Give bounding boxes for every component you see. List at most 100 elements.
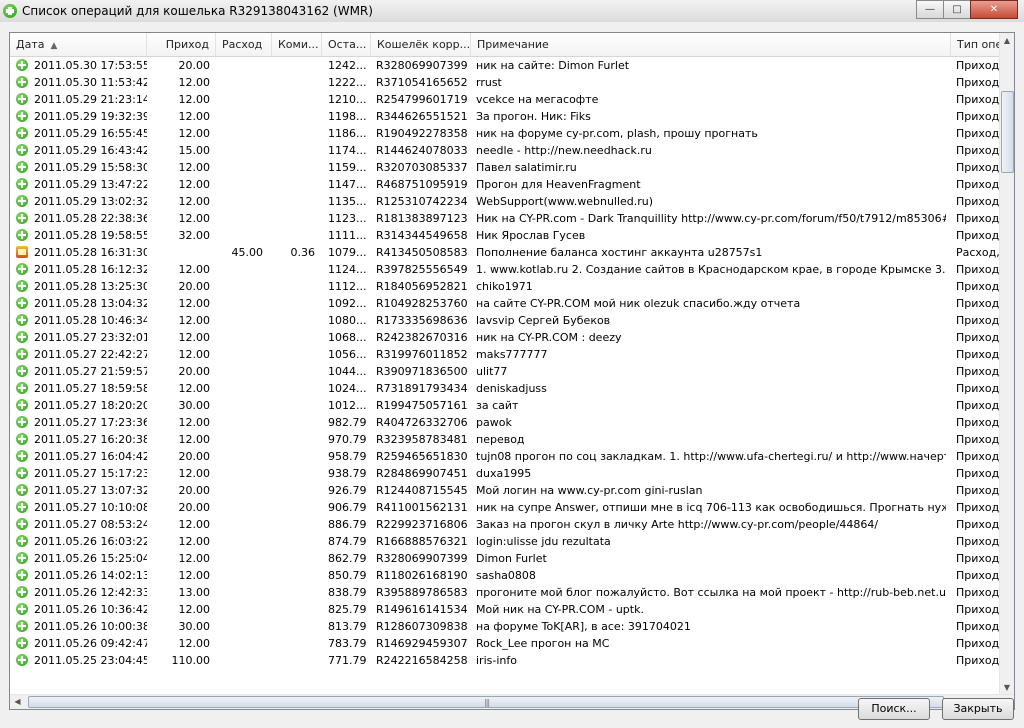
cell-note: Пополнение баланса хостинг аккаунта u287… (476, 246, 763, 259)
cell-type: Приходы (956, 518, 1000, 531)
table-row[interactable]: 2011.05.27 22:42:27 12.00 1056... R31997601… (10, 346, 1000, 363)
column-income[interactable]: Приход (147, 33, 216, 56)
column-commission[interactable]: Коми... (272, 33, 322, 56)
cell-date: 2011.05.26 16:03:22 (34, 535, 147, 548)
table-row[interactable]: 2011.05.26 16:03:22 12.00 874.79 R166888576… (10, 533, 1000, 550)
close-window-button[interactable]: ✕ (970, 0, 1018, 19)
cell-wallet: R413450508583 (376, 246, 468, 259)
income-icon (16, 110, 28, 122)
table-row[interactable]: 2011.05.26 10:36:42 12.00 825.79 R149616141… (10, 601, 1000, 618)
table-row[interactable]: 2011.05.27 17:23:36 12.00 982.79 R404726332… (10, 414, 1000, 431)
table-row[interactable]: 2011.05.26 10:00:38 30.00 813.79 R128607309… (10, 618, 1000, 635)
table-row[interactable]: 2011.05.27 18:59:58 12.00 1024... R73189179… (10, 380, 1000, 397)
table-row[interactable]: 2011.05.29 16:55:45 12.00 1186... R19049227… (10, 125, 1000, 142)
table-row[interactable]: 2011.05.30 17:53:55 20.00 1242... R32806990… (10, 57, 1000, 74)
column-date-label: Дата (16, 38, 45, 51)
cell-income: 12.00 (178, 178, 211, 191)
cell-note: на сайте CY-PR.COM мой ник olezuk спасиб… (476, 297, 801, 310)
cell-wallet: R731891793434 (376, 382, 468, 395)
column-expense[interactable]: Расход (216, 33, 272, 56)
table-row[interactable]: 2011.05.28 10:46:34 12.00 1080... R17333569… (10, 312, 1000, 329)
table-row[interactable]: 2011.05.27 15:17:23 12.00 938.79 R284869907… (10, 465, 1000, 482)
cell-income: 20.00 (178, 365, 211, 378)
table-row[interactable]: 2011.05.26 12:42:33 13.00 838.79 R395889786… (10, 584, 1000, 601)
cell-income: 12.00 (178, 195, 211, 208)
income-icon (16, 637, 28, 649)
cell-commission (272, 363, 315, 380)
cell-date: 2011.05.26 14:02:13 (34, 569, 147, 582)
column-balance[interactable]: Оста... (322, 33, 371, 56)
cell-income: 12.00 (178, 110, 211, 123)
table-row[interactable]: 2011.05.29 19:32:39 12.00 1198... R34462655… (10, 108, 1000, 125)
cell-date: 2011.05.29 21:23:14 (34, 93, 147, 106)
table-row[interactable]: 2011.05.29 15:58:30 12.00 1159... R32070308… (10, 159, 1000, 176)
scroll-left-icon[interactable]: ◀ (10, 695, 25, 709)
cell-commission (272, 584, 315, 601)
vertical-scrollbar[interactable]: ▲ ▼ (999, 33, 1014, 695)
table-row[interactable]: 2011.05.27 21:59:57 20.00 1044... R39097183… (10, 363, 1000, 380)
table-row[interactable]: 2011.05.30 11:53:42 12.00 1222... R37105416… (10, 74, 1000, 91)
window-title: Список операций для кошелька R3291380431… (22, 4, 373, 18)
table-row[interactable]: 2011.05.27 13:07:32 20.00 926.79 R124408715… (10, 482, 1000, 499)
table-row[interactable]: 2011.05.27 16:20:38 12.00 970.79 R323958783… (10, 431, 1000, 448)
cell-wallet: R125310742234 (376, 195, 468, 208)
cell-expense (216, 261, 263, 278)
column-date[interactable]: Дата ▲ (10, 33, 147, 56)
table-row[interactable]: 2011.05.28 13:25:30 20.00 1112... R18405695… (10, 278, 1000, 295)
column-note[interactable]: Примечание (471, 33, 951, 56)
cell-expense (216, 176, 263, 193)
table-row[interactable]: 2011.05.29 13:47:22 12.00 1147... R46875109… (10, 176, 1000, 193)
cell-commission (272, 91, 315, 108)
table-row[interactable]: 2011.05.28 19:58:55 32.00 1111... R31434454… (10, 227, 1000, 244)
cell-commission (272, 193, 315, 210)
table-row[interactable]: 2011.05.28 16:31:30 45.00 0.36 1079... R4134… (10, 244, 1000, 261)
column-type[interactable]: Тип опе... (951, 33, 1000, 56)
table-row[interactable]: 2011.05.27 18:20:20 30.00 1012... R19947505… (10, 397, 1000, 414)
vertical-scroll-thumb[interactable] (1001, 91, 1014, 173)
cell-income: 20.00 (178, 280, 211, 293)
table-row[interactable]: 2011.05.27 10:10:08 20.00 906.79 R411001562… (10, 499, 1000, 516)
table-row[interactable]: 2011.05.29 21:23:14 12.00 1210... R25479960… (10, 91, 1000, 108)
table-row[interactable]: 2011.05.28 22:38:36 12.00 1123... R18138389… (10, 210, 1000, 227)
cell-wallet: R173335698636 (376, 314, 468, 327)
table-row[interactable]: 2011.05.27 16:04:42 20.00 958.79 R259465651… (10, 448, 1000, 465)
cell-wallet: R124408715545 (376, 484, 468, 497)
cell-note: pawok (476, 416, 512, 429)
cell-date: 2011.05.27 08:53:24 (34, 518, 147, 531)
table-row[interactable]: 2011.05.28 16:12:32 12.00 1124... R39782555… (10, 261, 1000, 278)
cell-expense (216, 74, 263, 91)
cell-income: 12.00 (178, 637, 211, 650)
search-button[interactable]: Поиск... (858, 698, 930, 720)
table-row[interactable]: 2011.05.25 23:04:45 110.00 771.79 R24221658… (10, 652, 1000, 669)
table-row[interactable]: 2011.05.29 16:43:42 15.00 1174... R14462407… (10, 142, 1000, 159)
cell-balance: 813.79 (328, 620, 367, 633)
table-row[interactable]: 2011.05.26 14:02:13 12.00 850.79 R118026168… (10, 567, 1000, 584)
cell-income: 12.00 (178, 348, 211, 361)
table-row[interactable]: 2011.05.28 13:04:32 12.00 1092... R10492825… (10, 295, 1000, 312)
cell-commission (272, 397, 315, 414)
table-row[interactable]: 2011.05.26 15:25:04 12.00 862.79 R328069907… (10, 550, 1000, 567)
close-button[interactable]: Закрыть (942, 698, 1014, 720)
table-row[interactable]: 2011.05.27 23:32:01 12.00 1068... R24238267… (10, 329, 1000, 346)
cell-income: 12.00 (178, 535, 211, 548)
minimize-button[interactable]: — (916, 0, 944, 19)
scroll-down-icon[interactable]: ▼ (1000, 680, 1014, 695)
table-row[interactable]: 2011.05.29 13:02:32 12.00 1135... R12531074… (10, 193, 1000, 210)
maximize-button[interactable]: □ (943, 0, 971, 19)
column-wallet[interactable]: Кошелёк корр... (371, 33, 471, 56)
cell-note: ник на сайте: Dimon Furlet (476, 59, 630, 72)
table-row[interactable]: 2011.05.27 08:53:24 12.00 886.79 R229923716… (10, 516, 1000, 533)
cell-type: Приходы (956, 93, 1000, 106)
income-icon (16, 365, 28, 377)
income-icon (16, 280, 28, 292)
operations-list[interactable]: Дата ▲ Приход Расход Коми... Оста... Коше… (9, 32, 1015, 710)
cell-wallet: R319976011852 (376, 348, 468, 361)
table-row[interactable]: 2011.05.26 09:42:47 12.00 783.79 R146929459… (10, 635, 1000, 652)
scroll-up-icon[interactable]: ▲ (1000, 33, 1014, 48)
cell-balance: 926.79 (328, 484, 367, 497)
horizontal-scroll-thumb[interactable]: ||| (28, 696, 944, 708)
cell-type: Приходы (956, 331, 1000, 344)
cell-balance: 938.79 (328, 467, 367, 480)
cell-date: 2011.05.28 13:04:32 (34, 297, 147, 310)
cell-type: Приходы (956, 450, 1000, 463)
